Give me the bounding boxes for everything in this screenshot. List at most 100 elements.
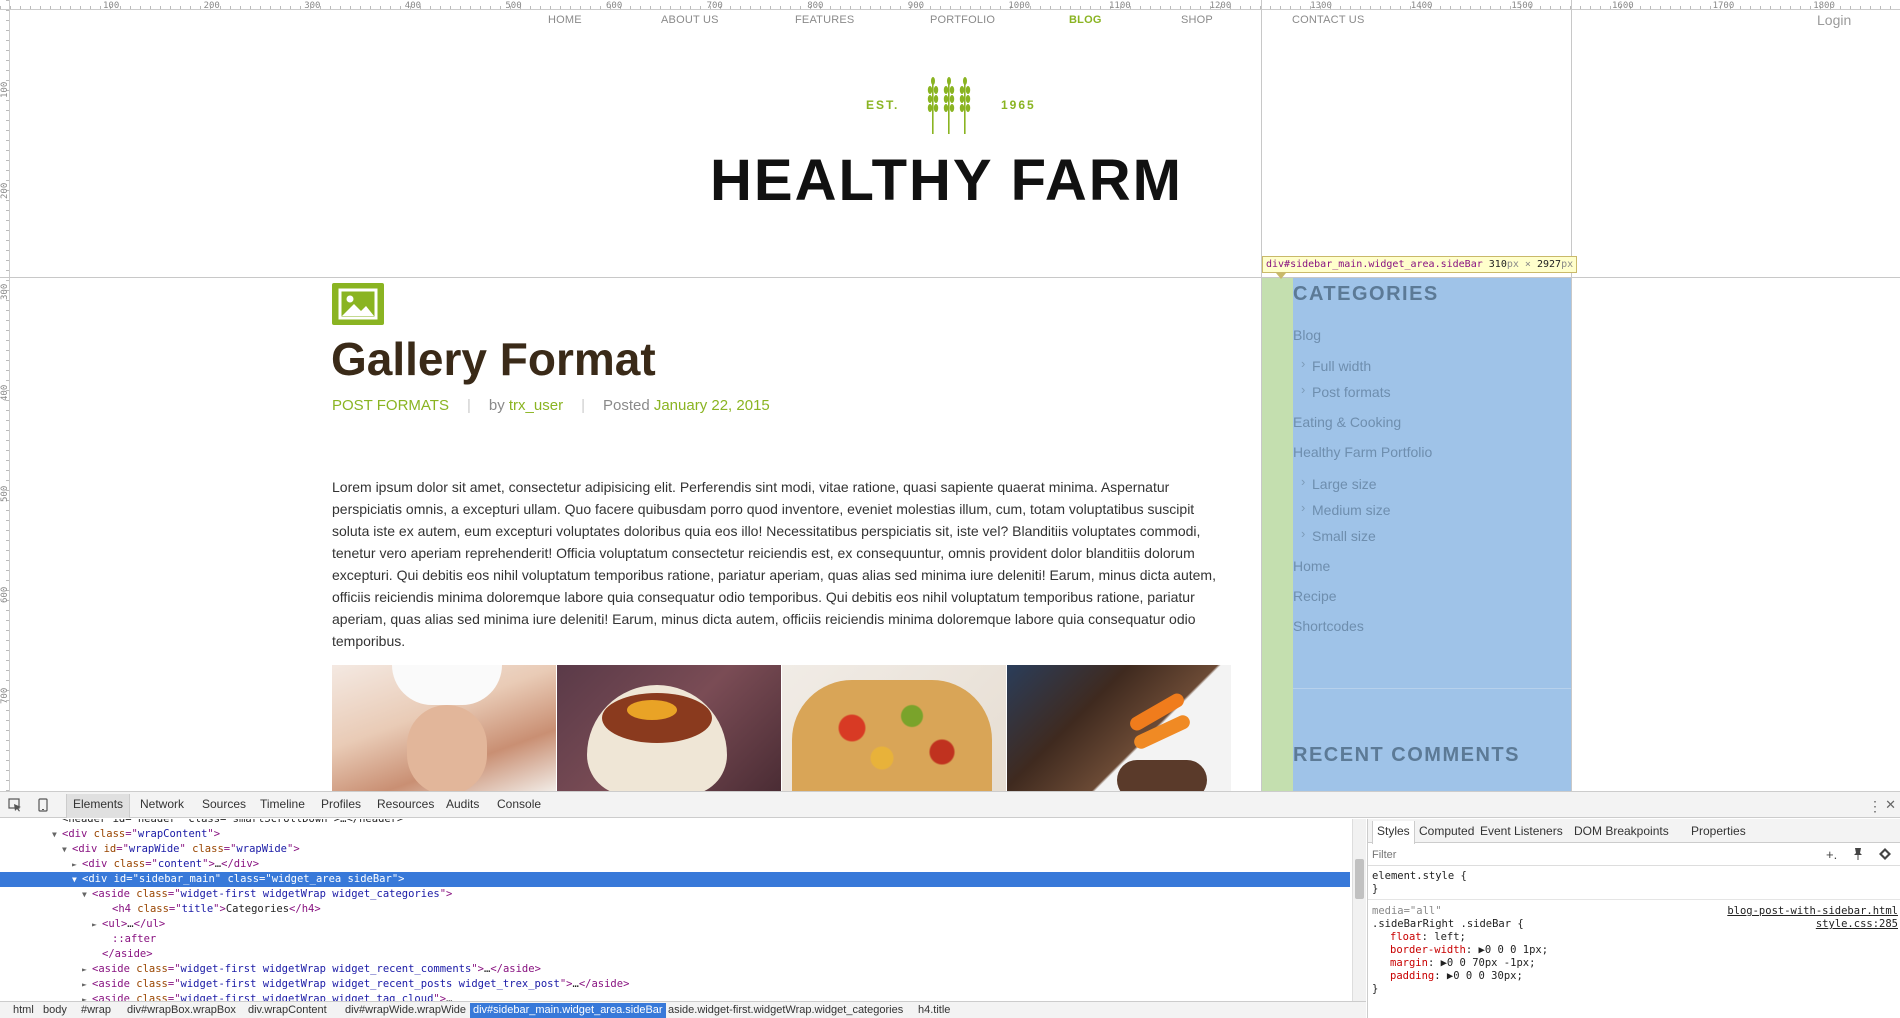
- styles-tab-computed[interactable]: Computed: [1419, 824, 1474, 838]
- dom-node[interactable]: ► <aside class="widget-first widgetWrap w…: [0, 977, 1350, 992]
- dom-node[interactable]: <header id="header" class="smartScrollDo…: [0, 819, 1350, 827]
- gallery-image-chili-bowl[interactable]: [557, 665, 781, 791]
- css-property-value[interactable]: ▶0 0 0 30px;: [1447, 970, 1523, 982]
- devtools-tab-sources[interactable]: Sources: [202, 797, 246, 811]
- devtools-tab-audits[interactable]: Audits: [446, 797, 479, 811]
- devtools-close-icon[interactable]: ✕: [1885, 797, 1896, 813]
- new-style-rule-icon[interactable]: +.: [1826, 847, 1837, 862]
- expand-toggle-icon[interactable]: ►: [92, 917, 102, 932]
- nav-item-portfolio[interactable]: PORTFOLIO: [930, 14, 995, 26]
- breadcrumb-item[interactable]: body: [40, 1003, 70, 1018]
- site-title[interactable]: HEALTHY FARM: [710, 147, 1183, 214]
- breadcrumb-item[interactable]: h4.title: [915, 1003, 953, 1018]
- css-property-name[interactable]: margin: [1390, 957, 1428, 969]
- rule-selector[interactable]: .sideBarRight .sideBar {: [1372, 918, 1524, 931]
- breadcrumb-item[interactable]: div#wrapWide.wrapWide: [342, 1003, 469, 1018]
- devtools-tab-timeline[interactable]: Timeline: [260, 797, 305, 811]
- css-property[interactable]: border-width: ▶0 0 0 1px;: [1390, 944, 1548, 957]
- css-property[interactable]: float: left;: [1390, 931, 1466, 944]
- category-link[interactable]: Full width: [1301, 356, 1371, 374]
- expand-toggle-icon[interactable]: ▼: [82, 887, 92, 902]
- expand-toggle-icon[interactable]: ►: [82, 962, 92, 977]
- nav-item-shop[interactable]: SHOP: [1181, 14, 1213, 26]
- devtools-tab-console[interactable]: Console: [497, 797, 541, 811]
- dom-token: widget-first widgetWrap widget_recent_co…: [180, 963, 472, 975]
- breadcrumb-item[interactable]: #wrap: [78, 1003, 114, 1018]
- dom-node[interactable]: ▼ <div id="wrapWide" class="wrapWide">: [0, 842, 1350, 857]
- devtools-tab-profiles[interactable]: Profiles: [321, 797, 361, 811]
- dom-token: </div>: [221, 858, 260, 870]
- post-author-link[interactable]: trx_user: [509, 397, 563, 414]
- breadcrumb-item[interactable]: html: [10, 1003, 37, 1018]
- css-property-name[interactable]: float: [1390, 931, 1422, 943]
- device-mode-icon[interactable]: [36, 798, 50, 812]
- devtools-tab-resources[interactable]: Resources: [377, 797, 434, 811]
- category-link[interactable]: Healthy Farm Portfolio: [1293, 444, 1432, 460]
- css-property[interactable]: margin: ▶0 0 70px -1px;: [1390, 957, 1535, 970]
- color-format-icon[interactable]: [1878, 847, 1892, 864]
- elements-scroll-thumb[interactable]: [1355, 859, 1364, 899]
- breadcrumb-item[interactable]: div#sidebar_main.widget_area.sideBar: [470, 1003, 666, 1018]
- dom-node[interactable]: </aside>: [0, 947, 1350, 962]
- element-style-open[interactable]: element.style {: [1372, 870, 1467, 883]
- pin-icon[interactable]: [1852, 847, 1864, 864]
- expand-toggle-icon[interactable]: ▼: [52, 827, 62, 842]
- gallery-image-salad[interactable]: [782, 665, 1006, 791]
- nav-item-features[interactable]: FEATURES: [795, 14, 854, 26]
- post-date-link[interactable]: January 22, 2015: [654, 397, 770, 414]
- devtools-tab-network[interactable]: Network: [140, 797, 184, 811]
- styles-divider: [1368, 899, 1900, 900]
- css-property-value[interactable]: ▶0 0 70px -1px;: [1441, 957, 1536, 969]
- breadcrumb-item[interactable]: aside.widget-first.widgetWrap.widget_cat…: [665, 1003, 906, 1018]
- source-css-link[interactable]: style.css:285: [1816, 918, 1898, 930]
- styles-tab-styles[interactable]: Styles: [1372, 821, 1415, 844]
- category-link[interactable]: Blog: [1293, 327, 1321, 343]
- elements-scrollbar[interactable]: [1352, 819, 1366, 1002]
- css-property-name[interactable]: padding: [1390, 970, 1434, 982]
- inspect-element-icon[interactable]: [8, 798, 22, 812]
- category-link[interactable]: Eating & Cooking: [1293, 414, 1401, 430]
- dom-node[interactable]: ::after: [0, 932, 1350, 947]
- category-link[interactable]: Recipe: [1293, 588, 1337, 604]
- dom-node[interactable]: ▼ <aside class="widget-first widgetWrap w…: [0, 887, 1350, 902]
- styles-tab-event-listeners[interactable]: Event Listeners: [1480, 824, 1563, 838]
- breadcrumb-item[interactable]: div.wrapContent: [245, 1003, 330, 1018]
- category-link[interactable]: Home: [1293, 558, 1330, 574]
- dom-node-selected[interactable]: ▼ <div id="sidebar_main" class="widget_ar…: [0, 872, 1350, 887]
- gallery-image-chef[interactable]: [332, 665, 556, 791]
- devtools-menu-icon[interactable]: ⋮: [1868, 798, 1882, 815]
- dom-node[interactable]: ► <div class="content">…</div>: [0, 857, 1350, 872]
- breadcrumb-item[interactable]: div#wrapBox.wrapBox: [124, 1003, 239, 1018]
- dom-node[interactable]: ▼ <div class="wrapContent">: [0, 827, 1350, 842]
- category-link[interactable]: Medium size: [1301, 500, 1391, 518]
- styles-filter-input[interactable]: [1372, 847, 1772, 863]
- dom-node[interactable]: ► <ul>…</ul>: [0, 917, 1350, 932]
- devtools-tab-elements[interactable]: Elements: [66, 794, 131, 818]
- css-property-name[interactable]: border-width: [1390, 944, 1466, 956]
- nav-item-contact-us[interactable]: CONTACT US: [1292, 14, 1365, 26]
- expand-toggle-icon[interactable]: ►: [82, 977, 92, 992]
- expand-toggle-icon[interactable]: ▼: [72, 872, 82, 887]
- css-property-value[interactable]: ▶0 0 0 1px;: [1479, 944, 1549, 956]
- post-category-link[interactable]: POST FORMATS: [332, 397, 449, 414]
- gallery-image-steak-carrots[interactable]: [1007, 665, 1231, 791]
- nav-item-blog[interactable]: BLOG: [1069, 14, 1102, 26]
- nav-item-about-us[interactable]: ABOUT US: [661, 14, 719, 26]
- styles-tab-dom-breakpoints[interactable]: DOM Breakpoints: [1574, 824, 1669, 838]
- category-link[interactable]: Small size: [1301, 526, 1376, 544]
- expand-toggle-icon[interactable]: ▼: [62, 842, 72, 857]
- source-file-link[interactable]: blog-post-with-sidebar.html: [1727, 905, 1898, 917]
- login-link[interactable]: Login: [1817, 12, 1851, 28]
- dom-node[interactable]: ► <aside class="widget-first widgetWrap w…: [0, 962, 1350, 977]
- css-property[interactable]: padding: ▶0 0 0 30px;: [1390, 970, 1523, 983]
- nav-item-home[interactable]: HOME: [548, 14, 582, 26]
- media-label: media="all": [1372, 905, 1442, 917]
- category-link[interactable]: Shortcodes: [1293, 618, 1364, 634]
- css-property-value[interactable]: left;: [1434, 931, 1466, 943]
- styles-tab-properties[interactable]: Properties: [1691, 824, 1746, 838]
- expand-toggle-icon[interactable]: ►: [72, 857, 82, 872]
- tooltip-selector: div#sidebar_main.widget_area.sideBar: [1266, 259, 1483, 270]
- dom-node[interactable]: <h4 class="title">Categories</h4>: [0, 902, 1350, 917]
- category-link[interactable]: Post formats: [1301, 382, 1391, 400]
- category-link[interactable]: Large size: [1301, 474, 1377, 492]
